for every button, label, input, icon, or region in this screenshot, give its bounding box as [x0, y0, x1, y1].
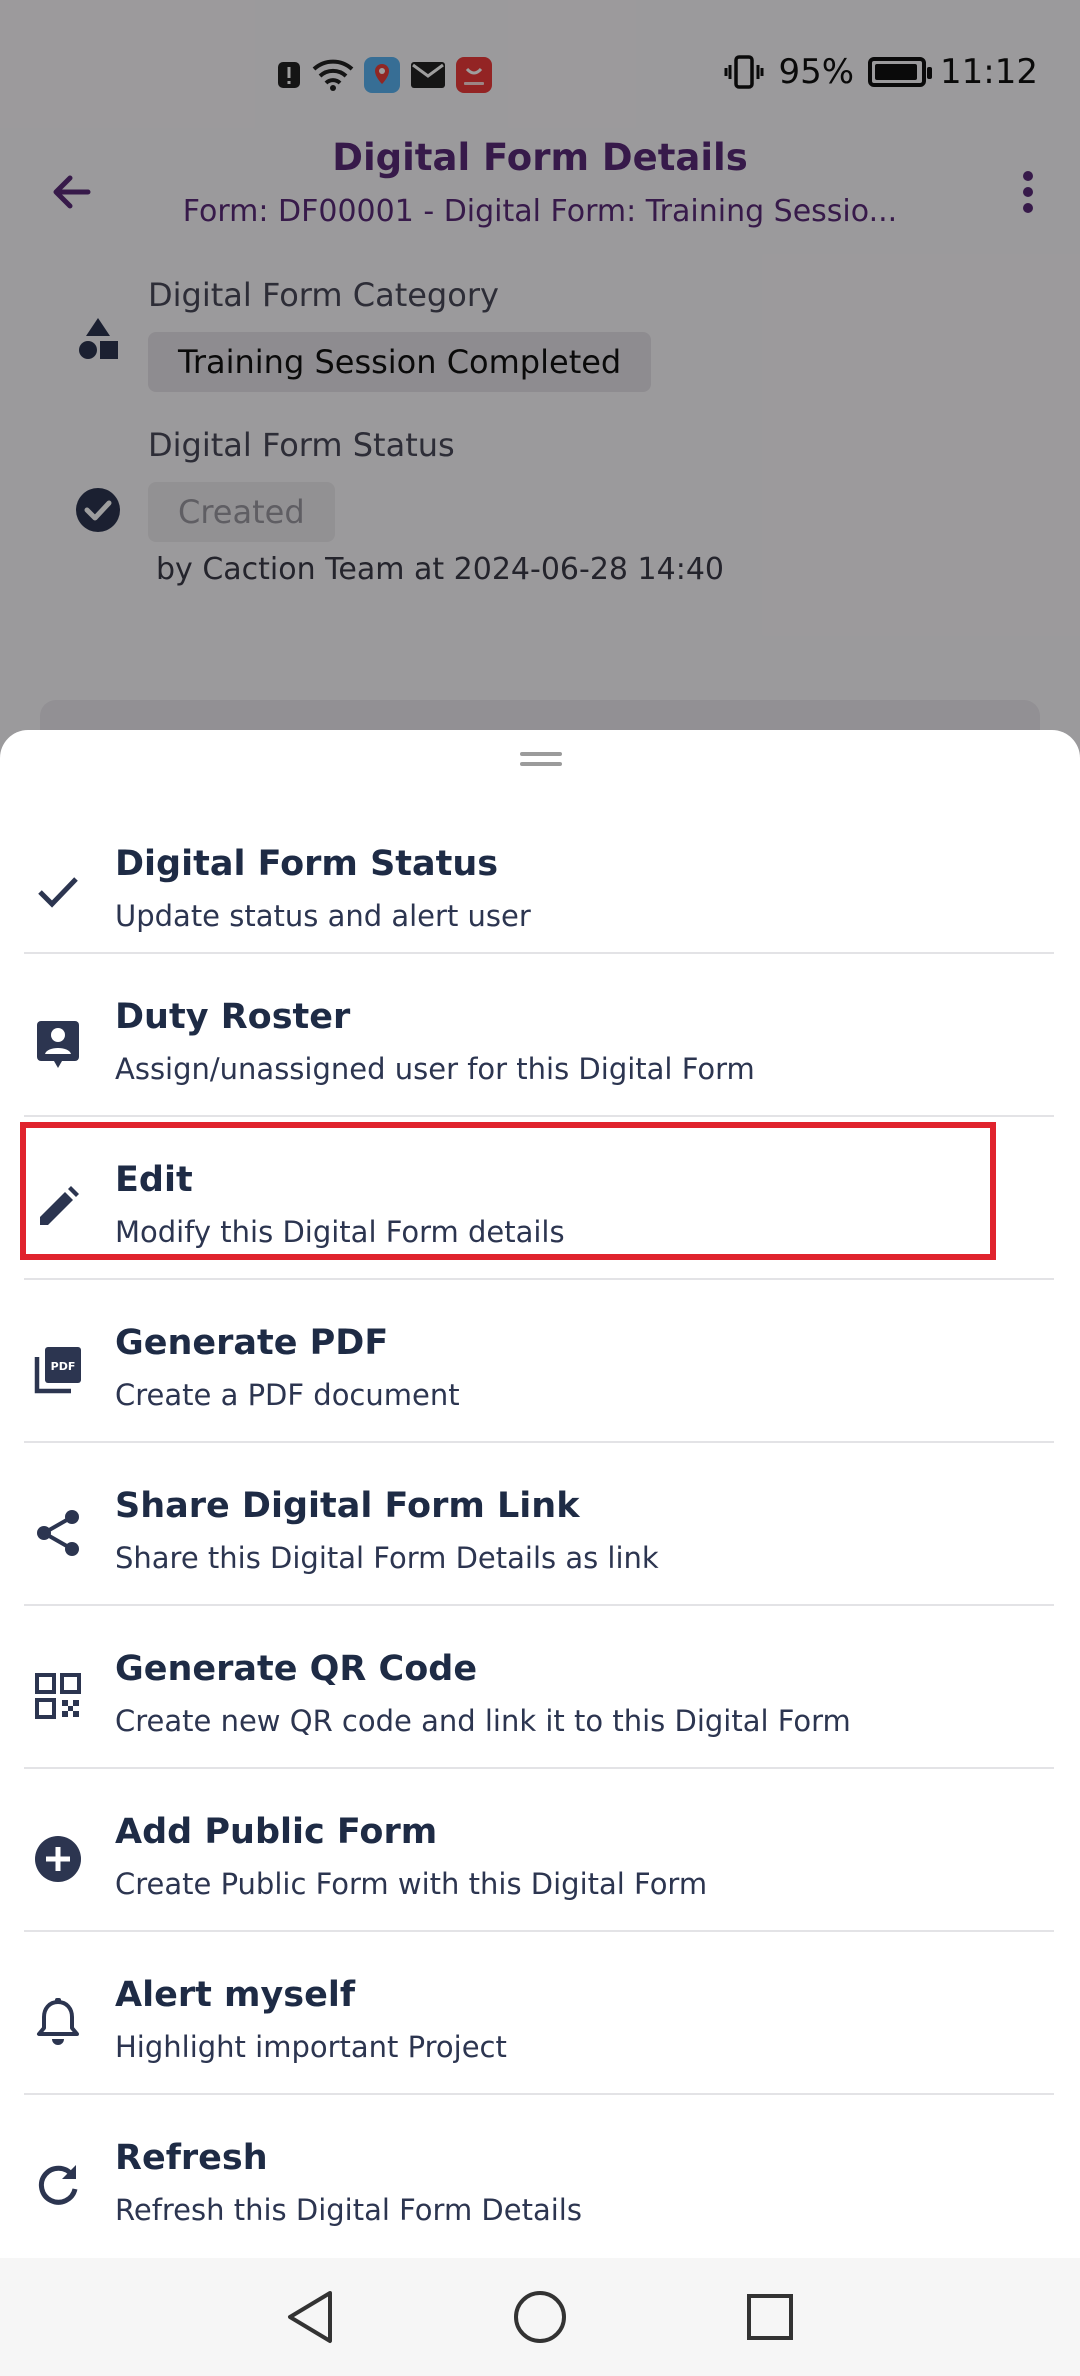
- nav-home-button[interactable]: [505, 2282, 575, 2352]
- divider: [24, 1767, 1054, 1769]
- bell-icon: [28, 1992, 88, 2052]
- menu-item-title: Generate PDF: [115, 1323, 389, 1363]
- menu-item-refresh[interactable]: Refresh Refresh this Digital Form Detail…: [24, 2104, 1054, 2266]
- pdf-icon: PDF: [28, 1340, 88, 1400]
- menu-item-generate-pdf[interactable]: PDF Generate PDF Create a PDF document: [24, 1289, 1054, 1451]
- divider: [24, 952, 1054, 954]
- nav-recents-button[interactable]: [735, 2282, 805, 2352]
- nav-back-icon: [288, 2291, 332, 2343]
- qr-code-icon: [28, 1666, 88, 1726]
- divider: [24, 2093, 1054, 2095]
- menu-item-share-link[interactable]: Share Digital Form Link Share this Digit…: [24, 1452, 1054, 1614]
- menu-item-subtitle: Assign/unassigned user for this Digital …: [115, 1052, 755, 1086]
- menu-item-subtitle: Highlight important Project: [115, 2030, 507, 2064]
- menu-item-alert-myself[interactable]: Alert myself Highlight important Project: [24, 1941, 1054, 2103]
- menu-item-title: Generate QR Code: [115, 1649, 478, 1689]
- drag-handle[interactable]: [520, 752, 562, 766]
- menu-item-subtitle: Refresh this Digital Form Details: [115, 2193, 582, 2227]
- add-circle-icon: [28, 1829, 88, 1889]
- menu-item-add-public-form[interactable]: Add Public Form Create Public Form with …: [24, 1778, 1054, 1940]
- menu-item-subtitle: Create a PDF document: [115, 1378, 460, 1412]
- divider: [24, 1604, 1054, 1606]
- edit-highlight-box: [20, 1122, 996, 1260]
- menu-item-digital-form-status[interactable]: Digital Form Status Update status and al…: [24, 810, 1054, 972]
- check-icon: [28, 861, 88, 921]
- screen: 95% 11:12 Digital Form Details Form: DF0…: [0, 0, 1080, 2376]
- svg-text:PDF: PDF: [51, 1360, 76, 1373]
- share-icon: [28, 1503, 88, 1563]
- menu-item-title: Refresh: [115, 2138, 268, 2178]
- bottom-sheet: Digital Form Status Update status and al…: [0, 730, 1080, 2260]
- system-nav-bar: [0, 2258, 1080, 2376]
- menu-item-title: Duty Roster: [115, 997, 351, 1037]
- menu-item-title: Add Public Form: [115, 1812, 438, 1852]
- menu-item-title: Alert myself: [115, 1975, 356, 2015]
- menu-item-subtitle: Update status and alert user: [115, 899, 531, 933]
- divider: [24, 1930, 1054, 1932]
- nav-recents-icon: [747, 2294, 793, 2340]
- menu-item-title: Digital Form Status: [115, 844, 499, 884]
- divider: [24, 1278, 1054, 1280]
- menu-item-generate-qr[interactable]: Generate QR Code Create new QR code and …: [24, 1615, 1054, 1777]
- divider: [24, 1115, 1054, 1117]
- menu-item-duty-roster[interactable]: Duty Roster Assign/unassigned user for t…: [24, 963, 1054, 1125]
- menu-item-subtitle: Create new QR code and link it to this D…: [115, 1704, 851, 1738]
- nav-home-icon: [514, 2291, 566, 2343]
- contact-card-icon: [28, 1014, 88, 1074]
- menu-item-subtitle: Share this Digital Form Details as link: [115, 1541, 659, 1575]
- nav-back-button[interactable]: [275, 2282, 345, 2352]
- menu-item-subtitle: Create Public Form with this Digital For…: [115, 1867, 708, 1901]
- refresh-icon: [28, 2155, 88, 2215]
- divider: [24, 1441, 1054, 1443]
- menu-item-title: Share Digital Form Link: [115, 1486, 580, 1526]
